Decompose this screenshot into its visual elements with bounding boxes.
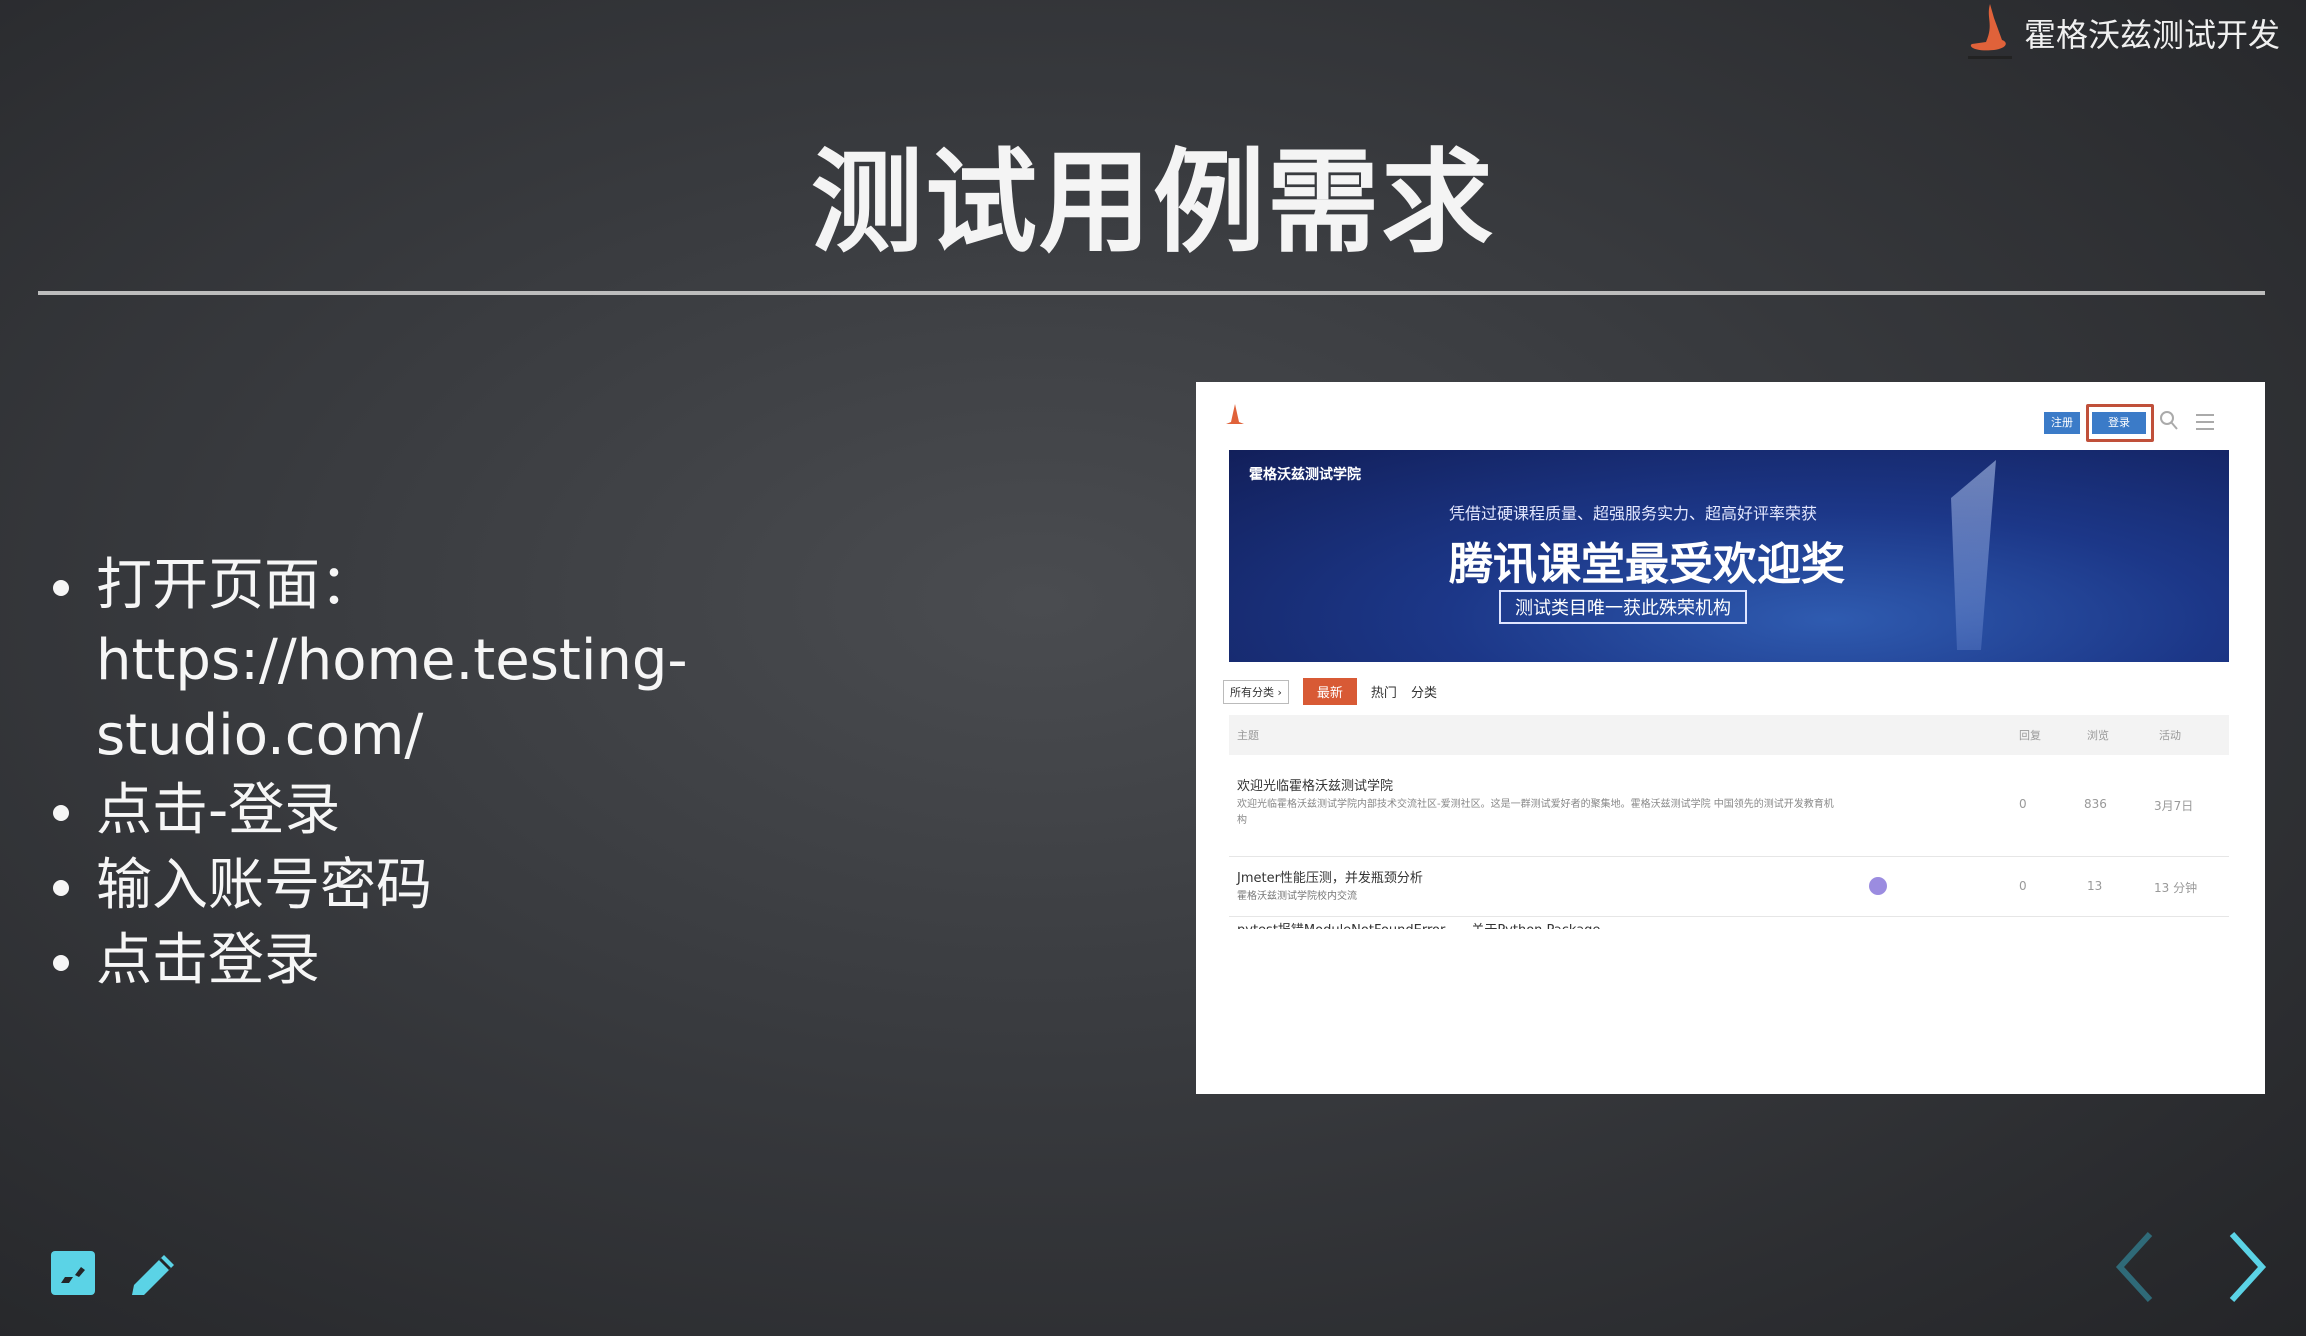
table-row: Jmeter性能压测，并发瓶颈分析 霍格沃兹测试学院校内交流 0 13 13 分… [1229,857,2229,917]
site-logo-icon [1226,404,1244,424]
banner-tagline: 测试类目唯一获此殊荣机构 [1499,590,1747,624]
edit-note-icon[interactable] [51,1251,95,1295]
table-header: 主题 回复 浏览 活动 [1229,715,2229,755]
tab-hot: 热门 [1370,686,1397,701]
banner-headline: 腾讯课堂最受欢迎奖 [1449,539,1845,590]
previous-slide-arrow-icon[interactable] [2112,1230,2158,1304]
category-dropdown: 所有分类 › [1223,679,1289,704]
avatar [1869,877,1887,895]
promo-banner: 霍格沃兹测试学院 凭借过硬课程质量、超强服务实力、超高好评率荣获 腾讯课堂最受欢… [1229,450,2229,662]
table-row: pytest报错ModuleNotFoundError——关于Python Pa… [1229,917,2229,929]
pencil-icon[interactable] [128,1247,180,1299]
bullet-list: 打开页面：https://home.testing-studio.com/ 点击… [48,548,948,998]
search-icon [2160,411,2178,430]
wizard-hat-logo [1967,4,2012,59]
title-divider [38,291,2265,295]
menu-icon [2196,414,2214,430]
brand-name: 霍格沃兹测试开发 [2023,16,2280,54]
tab-categories: 分类 [1410,686,1437,701]
bullet-item: 点击登录 [48,923,948,998]
table-row: 欢迎光临霍格沃兹测试学院 欢迎光临霍格沃兹测试学院内部技术交流社区-爱测社区。这… [1229,767,2229,857]
banner-logo-text: 霍格沃兹测试学院 [1249,467,1361,483]
topic-tabs: 所有分类 › 最新 热门 分类 [1223,678,1437,705]
bullet-item: 打开页面：https://home.testing-studio.com/ [48,548,948,773]
slide-title: 测试用例需求 [811,138,1495,268]
tab-latest: 最新 [1302,678,1357,705]
banner-subtitle: 凭借过硬课程质量、超强服务实力、超高好评率荣获 [1449,504,1818,523]
bullet-item: 输入账号密码 [48,848,948,923]
trophy-image [1951,460,1996,650]
bullet-item: 点击-登录 [48,773,948,848]
next-slide-arrow-icon[interactable] [2224,1230,2270,1304]
register-button: 注册 [2044,412,2080,434]
login-highlight-box [2086,404,2154,442]
brand-header: 霍格沃兹测试开发 [1964,4,2280,62]
website-screenshot: 注册 登录 霍格沃兹测试学院 凭借过硬课程质量、超强服务实力、超高好评率荣获 腾… [1196,382,2265,1094]
